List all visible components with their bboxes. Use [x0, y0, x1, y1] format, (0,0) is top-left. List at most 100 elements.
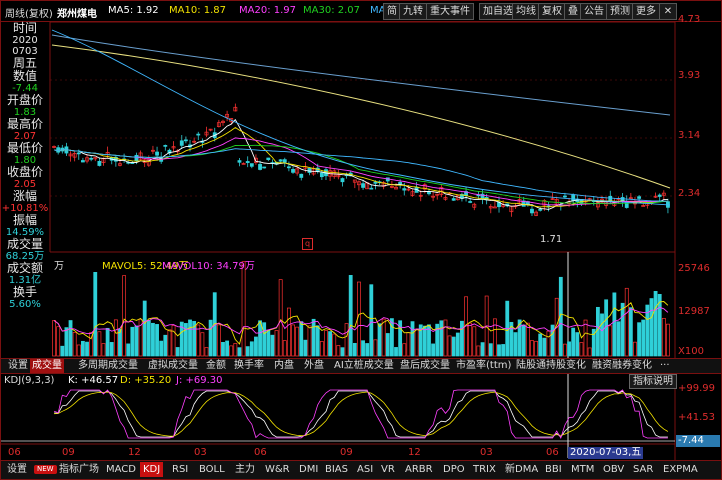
bottom-tab-mtm[interactable]: MTM: [568, 462, 597, 477]
tab-more[interactable]: ···: [658, 359, 672, 373]
volume-bar: [468, 322, 473, 357]
price-low-label: 1.71: [540, 234, 563, 245]
volume-bar: [600, 313, 604, 357]
chart-canvas[interactable]: [0, 0, 722, 480]
volume-bar: [80, 340, 85, 357]
candle-body: [258, 163, 262, 170]
bottom-tab-bias[interactable]: BIAS: [322, 462, 351, 477]
bottom-tab-new-dma[interactable]: 新DMA: [502, 462, 541, 477]
indicator-help-button[interactable]: 指标说明: [629, 374, 677, 389]
tab-inner-volume[interactable]: 内盘: [272, 359, 296, 373]
tab-volume[interactable]: 成交量: [30, 359, 64, 373]
volume-bar: [196, 324, 201, 357]
tab-margin-change[interactable]: 融资融券变化: [590, 359, 654, 373]
cursor-date: 2020-07-03,五: [568, 447, 644, 459]
volume-bar: [521, 324, 526, 357]
volume-bar: [480, 342, 485, 357]
volume-bar: [122, 275, 127, 357]
volume-bar: [385, 333, 390, 357]
bottom-tab-wr[interactable]: W&R: [262, 462, 293, 477]
volume-bar: [501, 344, 506, 357]
bottom-tab-dpo[interactable]: DPO: [440, 462, 468, 477]
volume-bar: [93, 272, 98, 357]
bottom-tab-expma[interactable]: EXPMA: [660, 462, 701, 477]
volume-bar: [579, 342, 584, 357]
bottom-tab-main-force[interactable]: 主力: [232, 462, 258, 477]
bottom-tab-indicator-square[interactable]: 指标广场: [56, 462, 102, 477]
volume-bar: [369, 284, 374, 357]
volume-bar: [85, 341, 89, 357]
candle-body: [451, 198, 456, 201]
candle-body: [657, 194, 662, 197]
volume-bar: [649, 298, 654, 357]
candle-body: [80, 160, 85, 163]
volume-bar: [451, 336, 456, 357]
volume-bar: [616, 321, 621, 357]
kdj-line: [54, 390, 668, 438]
tab-pe-ttm[interactable]: 市盈率(ttm): [454, 359, 513, 373]
candle-body: [262, 166, 267, 169]
time-axis-label: 09: [62, 447, 75, 458]
candle-body: [163, 145, 168, 147]
bottom-tab-rsi[interactable]: RSI: [169, 462, 191, 477]
volume-bar: [52, 320, 56, 357]
tab-amount[interactable]: 金额: [204, 359, 228, 373]
bottom-tab-vr[interactable]: VR: [378, 462, 398, 477]
volume-bar: [225, 340, 230, 357]
volume-bar: [661, 317, 666, 357]
bottom-tab-macd[interactable]: MACD: [103, 462, 139, 477]
tab-ai-volume[interactable]: AI立桩成交量: [332, 359, 396, 373]
candle-body: [361, 183, 365, 188]
candle-body: [468, 201, 473, 203]
volume-bar: [146, 320, 151, 357]
volume-bar: [546, 330, 551, 357]
volume-bar: [513, 332, 518, 357]
kdj-j-value: J: +69.30: [176, 375, 223, 386]
volume-bar: [394, 347, 398, 357]
tab-virtual-volume[interactable]: 虚拟成交量: [146, 359, 200, 373]
volume-bar: [155, 324, 159, 357]
candle-body: [373, 181, 378, 184]
volume-bar: [410, 321, 415, 357]
time-axis-label: 03: [194, 447, 207, 458]
time-axis-label: 12: [128, 447, 141, 458]
volume-bar: [188, 319, 192, 357]
volume-bar: [237, 347, 242, 357]
volume-bar: [60, 345, 65, 357]
bottom-tab-trix[interactable]: TRIX: [470, 462, 499, 477]
volume-bar: [525, 322, 530, 357]
volume-bar: [637, 322, 642, 357]
kdj-axis-label: +99.99: [678, 383, 716, 394]
bottom-tab-dmi[interactable]: DMI: [296, 462, 321, 477]
candle-body: [291, 168, 295, 173]
candle-body: [89, 157, 94, 160]
tab-after-hours-volume[interactable]: 盘后成交量: [398, 359, 452, 373]
bottom-tab-kdj[interactable]: KDJ: [140, 462, 164, 477]
bottom-tab-bbi[interactable]: BBI: [542, 462, 565, 477]
bottom-tab-sar[interactable]: SAR: [630, 462, 656, 477]
time-axis-label: 06: [254, 447, 267, 458]
candle-body: [266, 157, 271, 160]
price-axis-label: 3.14: [678, 130, 701, 141]
volume-bar: [200, 332, 205, 357]
bottom-tab-asi[interactable]: ASI: [354, 462, 376, 477]
bottom-tab-boll[interactable]: BOLL: [196, 462, 228, 477]
bottom-tab-arbr[interactable]: ARBR: [402, 462, 436, 477]
volume-bar: [274, 330, 279, 357]
tab-turnover-rate[interactable]: 换手率: [232, 359, 266, 373]
tab-outer-volume[interactable]: 外盘: [302, 359, 326, 373]
tab-multi-period-volume[interactable]: 多周期成交量: [76, 359, 140, 373]
volume-bar: [595, 306, 600, 357]
tab-hk-connect-change[interactable]: 陆股通持股变化: [514, 359, 588, 373]
bottom-tab-settings[interactable]: 设置: [4, 462, 30, 477]
volume-bar: [431, 343, 436, 357]
mavol10-value: MAVOL10: 34.79万: [162, 261, 255, 272]
bottom-tab-obv[interactable]: OBV: [600, 462, 627, 477]
time-axis-label: 09: [340, 447, 353, 458]
tab-settings[interactable]: 设置: [6, 359, 30, 373]
volume-bar: [76, 344, 81, 357]
candle-body: [402, 188, 407, 191]
event-marker-icon[interactable]: q: [302, 238, 313, 250]
volume-bar: [97, 331, 102, 357]
candle-body: [155, 151, 159, 156]
